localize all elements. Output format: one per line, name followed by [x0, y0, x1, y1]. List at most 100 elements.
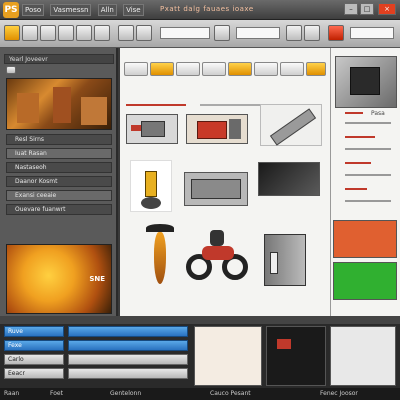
tool-rotate-icon[interactable] — [202, 62, 226, 76]
sensor-body — [145, 171, 157, 197]
folder-icon[interactable] — [6, 66, 16, 74]
spindle-body — [154, 232, 166, 284]
timeline-panel: Ruve Fexe Carlo Eeacr Raan Foet Gentelon… — [0, 316, 400, 400]
sensor-wheel — [141, 197, 161, 209]
tool-text-icon[interactable] — [280, 62, 304, 76]
undo-icon[interactable] — [118, 25, 134, 41]
menu-item-1[interactable]: Vasmessn — [50, 4, 92, 16]
status-item-3: Cauco Pesant — [210, 390, 251, 397]
part-body — [141, 121, 165, 137]
clip-preview[interactable] — [194, 326, 262, 386]
toolbar-field-0[interactable] — [160, 27, 210, 39]
part-housing-image[interactable] — [184, 172, 248, 206]
properties-panel[interactable] — [330, 326, 396, 386]
toolbar — [0, 20, 400, 48]
status-bar: Raan Foet Gentelonn Cauco Pesant Fenec J… — [0, 388, 400, 400]
part-rod — [269, 108, 317, 146]
sidebar-item-0[interactable]: Resl Sirns — [6, 134, 112, 145]
marker-line — [345, 162, 371, 164]
part-body — [197, 121, 227, 139]
clip-1[interactable] — [68, 340, 188, 351]
clip-3[interactable] — [68, 368, 188, 379]
tool-highlight-icon[interactable] — [150, 62, 174, 76]
minimize-button[interactable]: – — [344, 3, 358, 15]
rider — [210, 230, 224, 246]
zoom-icon[interactable] — [214, 25, 230, 41]
maximize-button[interactable]: □ — [360, 3, 374, 15]
copy-icon[interactable] — [76, 25, 92, 41]
bike-tank — [202, 246, 234, 260]
cut-icon[interactable] — [58, 25, 74, 41]
part-motorcycle-image[interactable] — [184, 220, 250, 290]
marker-line — [345, 188, 367, 190]
tool-crop-icon[interactable] — [254, 62, 278, 76]
divider-line — [345, 122, 391, 124]
preview-thumbnail[interactable] — [6, 78, 112, 130]
track-0[interactable]: Ruve — [4, 326, 64, 337]
timeline-header — [0, 316, 400, 324]
app-logo-icon[interactable]: PS — [3, 2, 19, 18]
marker-line — [126, 104, 186, 106]
window-title: Pxatt dalg fauaes ioaxe — [160, 5, 254, 13]
housing-body — [191, 179, 241, 199]
clip-0[interactable] — [68, 326, 188, 337]
status-item-0: Raan — [4, 390, 20, 397]
thumbnail-block — [53, 87, 71, 123]
menu-item-2[interactable]: Alln — [97, 4, 117, 16]
video-preview[interactable] — [266, 326, 326, 386]
swatch-red-image[interactable] — [333, 220, 397, 258]
redo-icon[interactable] — [136, 25, 152, 41]
menu-item-3[interactable]: Vise — [123, 4, 144, 16]
open-icon[interactable] — [22, 25, 38, 41]
part-cabinet-image[interactable] — [256, 228, 316, 290]
track-1[interactable]: Fexe — [4, 340, 64, 351]
divider-line — [345, 174, 391, 176]
part-tab — [131, 125, 141, 131]
part-panel-image[interactable] — [258, 162, 320, 196]
track-3[interactable]: Eeacr — [4, 368, 64, 379]
swatch-green-image[interactable] — [333, 262, 397, 300]
part-spindle-image[interactable] — [146, 218, 174, 286]
sidebar-item-4[interactable]: Exansi ceeaie — [6, 190, 112, 201]
thumbnail-block — [17, 93, 39, 123]
render-preview[interactable]: SNE — [6, 244, 112, 314]
part-shaft-image[interactable] — [260, 104, 322, 146]
status-item-4: Fenec Joosor — [320, 390, 358, 397]
sidebar-item-2[interactable]: Nastaseoh — [6, 162, 112, 173]
main-canvas[interactable] — [120, 48, 330, 316]
divider-line — [345, 148, 391, 150]
part-sensor-image[interactable] — [130, 160, 172, 212]
preview-caption: SNE — [89, 275, 105, 283]
engine-core — [350, 67, 380, 95]
layers-icon[interactable] — [286, 25, 302, 41]
part-arm — [229, 119, 241, 139]
paste-icon[interactable] — [94, 25, 110, 41]
tool-fill-icon[interactable] — [306, 62, 326, 76]
grid-icon[interactable] — [304, 25, 320, 41]
status-item-1: Foet — [50, 390, 63, 397]
sidebar-item-5[interactable]: Ouevare fuanwrt — [6, 204, 112, 215]
spindle-cap — [146, 224, 174, 232]
sidebar-item-3[interactable]: Daanor Kosmt — [6, 176, 112, 187]
save-icon[interactable] — [40, 25, 56, 41]
part-clamp-image[interactable] — [126, 114, 178, 144]
part-bracket-image[interactable] — [186, 114, 248, 144]
tool-paint-icon[interactable] — [228, 62, 252, 76]
menu-item-0[interactable]: Poso — [22, 4, 45, 16]
toolbar-field-2[interactable] — [350, 27, 394, 39]
tool-move-icon[interactable] — [176, 62, 200, 76]
right-panel-header: Pasa — [371, 110, 385, 117]
track-2[interactable]: Carlo — [4, 354, 64, 365]
divider-line — [345, 200, 391, 202]
close-button[interactable]: × — [378, 3, 396, 15]
part-engine-block-image[interactable] — [335, 56, 397, 108]
menu-bar: Poso Vasmessn Alln Vise — [22, 4, 148, 16]
marker-line — [345, 112, 363, 114]
toolbar-field-1[interactable] — [236, 27, 280, 39]
title-bar: PS Poso Vasmessn Alln Vise Pxatt dalg fa… — [0, 0, 400, 20]
home-icon[interactable] — [4, 25, 20, 41]
record-icon[interactable] — [328, 25, 344, 41]
sidebar-item-1[interactable]: Iuat Rasan — [6, 148, 112, 159]
tool-select-icon[interactable] — [124, 62, 148, 76]
clip-2[interactable] — [68, 354, 188, 365]
